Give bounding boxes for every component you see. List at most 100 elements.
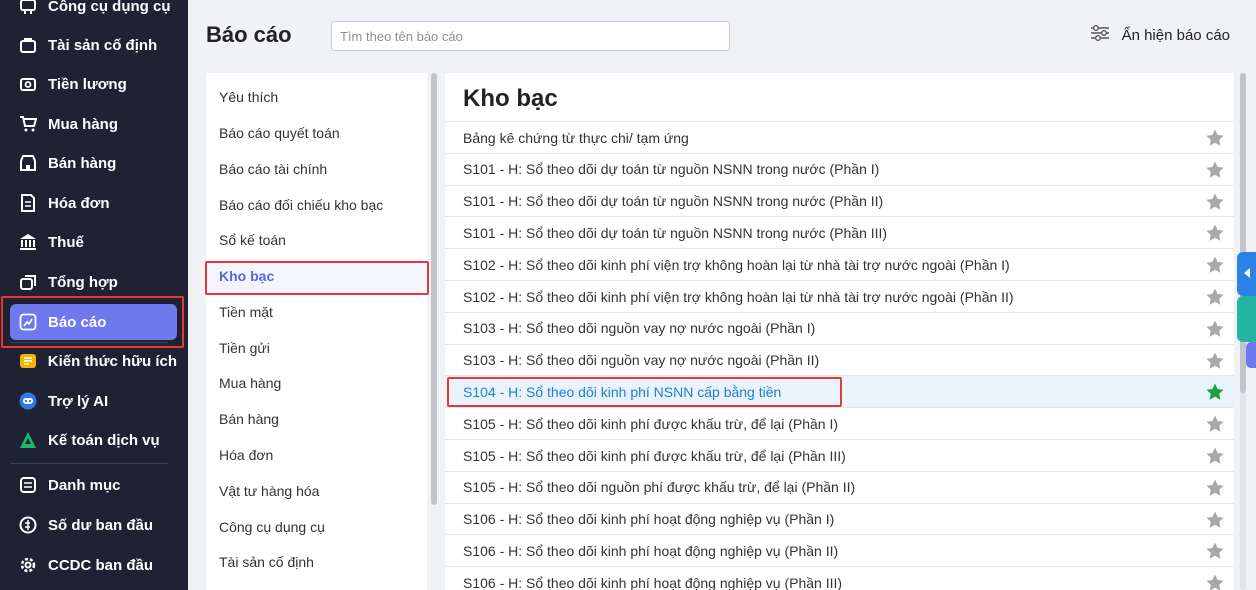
report-row[interactable]: S101 - H: Sổ theo dõi dự toán từ nguồn N…: [445, 216, 1234, 248]
sidebar-item-fixed-assets[interactable]: Tài sản cố định: [10, 27, 177, 63]
side-panel-toggle[interactable]: [1237, 252, 1256, 296]
report-row[interactable]: S105 - H: Sổ theo dõi nguồn phí được khấ…: [445, 470, 1234, 503]
star-icon[interactable]: [1205, 414, 1225, 434]
sidebar-item-salary[interactable]: Tiền lương: [10, 66, 177, 102]
star-icon[interactable]: [1205, 319, 1225, 339]
sidebar-item-label: CCDC ban đầu: [48, 556, 153, 574]
category-item-cash[interactable]: Tiền mặt: [206, 295, 427, 329]
report-row[interactable]: Bảng kê chứng từ thực chi/ tạm ứng: [445, 121, 1234, 153]
invoice-icon: [18, 193, 38, 213]
report-row[interactable]: S105 - H: Sổ theo dõi kinh phí được khấu…: [445, 407, 1234, 439]
report-row[interactable]: S102 - H: Sổ theo dõi kinh phí viện trợ …: [445, 248, 1234, 280]
star-filled-icon[interactable]: [1205, 382, 1225, 402]
star-icon[interactable]: [1205, 351, 1225, 371]
sidebar-item-catalog[interactable]: Danh mục: [10, 467, 177, 503]
knowledge-icon: [18, 351, 38, 371]
report-row-label: S103 - H: Sổ theo dõi nguồn vay nợ nước …: [463, 352, 820, 369]
toggle-reports-label: Ẩn hiện báo cáo: [1121, 27, 1230, 44]
star-icon[interactable]: [1205, 160, 1225, 180]
side-widget-tab[interactable]: [1237, 296, 1256, 342]
star-icon[interactable]: [1205, 510, 1225, 530]
sidebar-item-label: Trợ lý AI: [48, 392, 109, 410]
sidebar-item-label: Kế toán dịch vụ: [48, 431, 160, 449]
report-row[interactable]: S101 - H: Sổ theo dõi dự toán từ nguồn N…: [445, 152, 1234, 185]
sidebar-item-knowledge[interactable]: Kiến thức hữu ích: [10, 343, 177, 379]
star-icon[interactable]: [1205, 255, 1225, 275]
catalog-icon: [18, 475, 38, 495]
sidebar-item-tax[interactable]: Thuế: [10, 224, 177, 260]
category-item-treasury[interactable]: Kho bạc: [206, 259, 427, 293]
page-title: Báo cáo: [206, 22, 292, 47]
category-list: Yêu thích Báo cáo quyết toán Báo cáo tài…: [206, 73, 427, 590]
sidebar-item-opening-balance[interactable]: Số dư ban đầu: [10, 507, 177, 543]
category-item-tools[interactable]: Công cụ dụng cụ: [206, 510, 427, 544]
sidebar-item-purchase[interactable]: Mua hàng: [10, 106, 177, 142]
sidebar-item-label: Tiền lương: [48, 75, 127, 93]
report-row-label: S102 - H: Sổ theo dõi kinh phí viện trợ …: [463, 288, 1014, 305]
category-item-ledger[interactable]: Sổ kế toán: [206, 223, 427, 257]
sidebar-item-accounting-service[interactable]: Kế toán dịch vụ: [10, 422, 177, 458]
star-icon[interactable]: [1205, 573, 1225, 590]
report-row[interactable]: S106 - H: Sổ theo dõi kinh phí hoạt động…: [445, 534, 1234, 566]
category-item-favorites[interactable]: Yêu thích: [206, 80, 427, 114]
sliders-icon: [1090, 24, 1110, 47]
star-icon[interactable]: [1205, 223, 1225, 243]
sidebar-item-summary[interactable]: Tổng hợp: [10, 264, 177, 300]
report-row[interactable]: S101 - H: Sổ theo dõi dự toán từ nguồn N…: [445, 184, 1234, 217]
category-item-settlement[interactable]: Báo cáo quyết toán: [206, 116, 427, 150]
sidebar-item-label: Công cụ dụng cụ: [48, 0, 171, 15]
sidebar-item-invoice[interactable]: Hóa đơn: [10, 185, 177, 221]
category-scrollbar[interactable]: [431, 73, 437, 505]
category-item-fixed-assets[interactable]: Tài sản cố định: [206, 545, 427, 579]
report-row[interactable]: S104 - H: Sổ theo dõi kinh phí NSNN cấp …: [445, 375, 1234, 408]
side-widget-handle[interactable]: [1246, 342, 1256, 368]
sidebar-divider: [10, 463, 168, 464]
shop-icon: [18, 153, 38, 173]
report-row-label: S104 - H: Sổ theo dõi kinh phí NSNN cấp …: [463, 383, 782, 400]
salary-icon: [18, 74, 38, 94]
report-row-label: S101 - H: Sổ theo dõi dự toán từ nguồn N…: [463, 161, 880, 178]
sidebar-item-label: Mua hàng: [48, 115, 118, 133]
bank-icon: [18, 232, 38, 252]
sidebar-item-sales[interactable]: Bán hàng: [10, 145, 177, 181]
category-item-sales[interactable]: Bán hàng: [206, 402, 427, 436]
sidebar-item-ai-assistant[interactable]: Trợ lý AI: [10, 383, 177, 419]
category-item-deposits[interactable]: Tiền gửi: [206, 331, 427, 365]
sidebar-item-label: Thuế: [48, 233, 84, 251]
report-scrollbar-thumb[interactable]: [1240, 73, 1246, 393]
layers-icon: [18, 272, 38, 292]
star-icon[interactable]: [1205, 446, 1225, 466]
report-row[interactable]: S103 - H: Sổ theo dõi nguồn vay nợ nước …: [445, 343, 1234, 376]
category-item-treasury-reconcile[interactable]: Báo cáo đối chiếu kho bạc: [206, 188, 427, 222]
star-icon[interactable]: [1205, 287, 1225, 307]
sidebar-item-reports[interactable]: Báo cáo: [10, 304, 177, 340]
balance-icon: [18, 515, 38, 535]
category-item-financial[interactable]: Báo cáo tài chính: [206, 152, 427, 186]
sidebar-item-label: Báo cáo: [48, 313, 107, 331]
sidebar-item-opening-tools[interactable]: CCDC ban đầu: [10, 547, 177, 583]
category-item-inventory[interactable]: Vật tư hàng hóa: [206, 474, 427, 508]
report-chart-icon: [18, 312, 38, 332]
star-icon[interactable]: [1205, 192, 1225, 212]
main-content: Báo cáo Ẩn hiện báo cáo Yêu thích Báo cá…: [188, 0, 1256, 590]
category-item-invoice[interactable]: Hóa đơn: [206, 438, 427, 472]
report-row[interactable]: S106 - H: Sổ theo dõi kinh phí hoạt động…: [445, 502, 1234, 535]
sidebar-item-tools[interactable]: Công cụ dụng cụ: [10, 0, 177, 24]
report-row[interactable]: S103 - H: Sổ theo dõi nguồn vay nợ nước …: [445, 311, 1234, 344]
search-input[interactable]: [331, 21, 730, 51]
sidebar-item-label: Kiến thức hữu ích: [47, 352, 177, 370]
report-row[interactable]: S106 - H: Sổ theo dõi kinh phí hoạt động…: [445, 566, 1234, 590]
report-row[interactable]: S102 - H: Sổ theo dõi kinh phí viện trợ …: [445, 280, 1234, 312]
report-row[interactable]: S105 - H: Sổ theo dõi kinh phí được khấu…: [445, 439, 1234, 471]
category-item-purchase[interactable]: Mua hàng: [206, 366, 427, 400]
toggle-reports-button[interactable]: Ẩn hiện báo cáo: [1090, 24, 1230, 47]
report-row-label: S102 - H: Sổ theo dõi kinh phí viện trợ …: [463, 256, 1010, 273]
star-icon[interactable]: [1205, 128, 1225, 148]
report-row-label: S106 - H: Sổ theo dõi kinh phí hoạt động…: [463, 574, 843, 590]
sidebar: Công cụ dụng cụ Tài sản cố định Tiền lươ…: [0, 0, 188, 590]
report-row-label: S105 - H: Sổ theo dõi nguồn phí được khấ…: [463, 479, 856, 496]
report-row-label: Bảng kê chứng từ thực chi/ tạm ứng: [463, 129, 689, 146]
report-row-label: S105 - H: Sổ theo dõi kinh phí được khấu…: [463, 415, 839, 432]
star-icon[interactable]: [1205, 478, 1225, 498]
star-icon[interactable]: [1205, 541, 1225, 561]
